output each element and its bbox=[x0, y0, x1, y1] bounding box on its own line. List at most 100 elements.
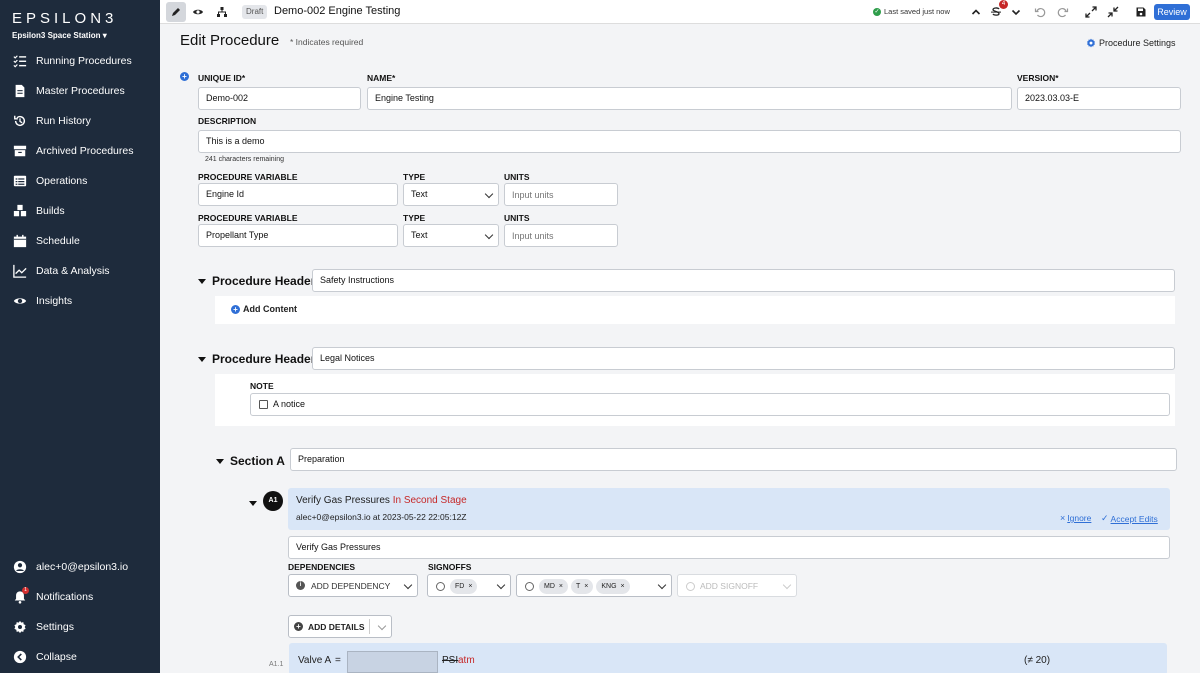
chevron-down-icon bbox=[484, 189, 494, 199]
add-signoff-select[interactable]: ADD SIGNOFF bbox=[677, 574, 797, 597]
header-title-field[interactable]: Legal Notices bbox=[312, 347, 1175, 370]
sidebar-item-operations[interactable]: Operations bbox=[0, 168, 160, 194]
edit-mode-button[interactable] bbox=[166, 2, 186, 22]
sidebar-item-collapse[interactable]: Collapse bbox=[0, 644, 160, 670]
validation-rule: (≠ 20) bbox=[1024, 655, 1051, 666]
note-field[interactable]: A notice bbox=[250, 393, 1170, 416]
procedure-settings-link[interactable]: Procedure Settings bbox=[1086, 38, 1176, 48]
undo-icon bbox=[1034, 7, 1046, 18]
undo-button[interactable] bbox=[1030, 2, 1050, 22]
gear-icon bbox=[1087, 38, 1095, 48]
caret-down-icon bbox=[198, 278, 206, 284]
section-toggle[interactable]: Section A bbox=[216, 454, 285, 468]
signoff-chip[interactable]: MD × bbox=[539, 579, 568, 594]
history-icon bbox=[12, 113, 28, 129]
sidebar-item-label: Notifications bbox=[36, 591, 94, 603]
unique-id-label: UNIQUE ID* bbox=[198, 73, 246, 83]
expand-icon bbox=[1085, 6, 1097, 18]
check-circle-icon bbox=[525, 582, 534, 591]
add-content-button[interactable]: + Add Content bbox=[231, 304, 297, 314]
sidebar-item-builds[interactable]: Builds bbox=[0, 198, 160, 224]
sidebar-item-insights[interactable]: Insights bbox=[0, 288, 160, 314]
variable-name-field[interactable]: Propellant Type bbox=[198, 224, 398, 247]
signoff-chip[interactable]: FD × bbox=[450, 579, 478, 594]
variable-type-label: TYPE bbox=[403, 213, 426, 223]
version-field[interactable]: 2023.03.03-E bbox=[1017, 87, 1181, 110]
variable-units-input[interactable] bbox=[504, 183, 618, 206]
divider bbox=[369, 619, 370, 634]
required-note: * Indicates required bbox=[290, 37, 364, 47]
version-label: VERSION* bbox=[1017, 73, 1059, 83]
header-toggle[interactable]: Procedure Header bbox=[198, 352, 315, 366]
brand-logo[interactable]: EPSILON3 bbox=[12, 10, 117, 27]
sidebar-item-archived-procedures[interactable]: Archived Procedures bbox=[0, 138, 160, 164]
step-title-field[interactable]: Verify Gas Pressures bbox=[288, 536, 1170, 559]
sidebar-item-master-procedures[interactable]: Master Procedures bbox=[0, 78, 160, 104]
collapse-up-button[interactable] bbox=[966, 2, 986, 22]
section-title-field[interactable]: Preparation bbox=[290, 448, 1177, 471]
sidebar-item-run-history[interactable]: Run History bbox=[0, 108, 160, 134]
expand-all-button[interactable] bbox=[1081, 2, 1101, 22]
sticky-note-icon bbox=[259, 400, 268, 409]
sidebar-item-data-analysis[interactable]: Data & Analysis bbox=[0, 258, 160, 284]
sidebar-item-label: Collapse bbox=[36, 651, 77, 663]
calendar-icon bbox=[12, 233, 28, 249]
add-field-plus-icon[interactable]: + bbox=[180, 72, 189, 81]
name-field[interactable]: Engine Testing bbox=[367, 87, 1012, 110]
valve-value-input[interactable] bbox=[347, 651, 438, 673]
redlines-button[interactable]: 4 bbox=[986, 0, 1008, 22]
preview-button[interactable] bbox=[188, 2, 208, 22]
save-button[interactable] bbox=[1131, 2, 1151, 22]
accept-edits-button[interactable]: ✓ Accept Edits bbox=[1101, 513, 1158, 524]
chevron-down-icon bbox=[403, 580, 413, 590]
signoff-chip[interactable]: T × bbox=[570, 579, 594, 594]
structure-view-button[interactable] bbox=[212, 2, 232, 22]
collapse-all-button[interactable] bbox=[1103, 2, 1123, 22]
add-details-button[interactable]: + ADD DETAILS bbox=[288, 615, 392, 638]
remove-icon[interactable]: × bbox=[584, 583, 588, 590]
unique-id-field[interactable]: Demo-002 bbox=[198, 87, 361, 110]
check-circle-icon bbox=[436, 582, 445, 591]
step-toggle[interactable] bbox=[249, 497, 257, 509]
variable-type-select[interactable]: Text bbox=[403, 183, 499, 206]
compress-icon bbox=[1107, 6, 1119, 18]
signoff-group-select[interactable]: MD × T × KNG × bbox=[516, 574, 672, 597]
remove-icon[interactable]: × bbox=[621, 583, 625, 590]
review-button[interactable]: Review bbox=[1154, 4, 1190, 20]
top-toolbar: Draft Demo-002 Engine Testing ✓ Last sav… bbox=[160, 0, 1200, 24]
sidebar-item-label: Settings bbox=[36, 621, 74, 633]
station-selector[interactable]: Epsilon3 Space Station ▾ bbox=[12, 31, 107, 40]
sidebar-item-notifications[interactable]: 1 Notifications bbox=[0, 584, 160, 610]
close-icon: × bbox=[1060, 513, 1066, 523]
variable-name-field[interactable]: Engine Id bbox=[198, 183, 398, 206]
step-title-text: Verify Gas Pressures bbox=[296, 495, 390, 506]
eye-icon bbox=[193, 9, 203, 15]
caret-down-icon bbox=[249, 501, 257, 506]
sidebar-item-label: Operations bbox=[36, 175, 88, 187]
remove-icon[interactable]: × bbox=[468, 583, 472, 590]
sidebar-item-running-procedures[interactable]: Running Procedures bbox=[0, 48, 160, 74]
header-content-panel: + Add Content bbox=[215, 296, 1175, 324]
sidebar-item-schedule[interactable]: Schedule bbox=[0, 228, 160, 254]
redo-button[interactable] bbox=[1053, 2, 1073, 22]
add-details-label: ADD DETAILS bbox=[308, 622, 365, 632]
remove-icon[interactable]: × bbox=[559, 583, 563, 590]
description-field[interactable]: This is a demo bbox=[198, 130, 1181, 153]
cubes-icon bbox=[12, 203, 28, 219]
add-signoff-label: ADD SIGNOFF bbox=[700, 581, 759, 591]
variable-type-select[interactable]: Text bbox=[403, 224, 499, 247]
signoff-group-select[interactable]: FD × bbox=[427, 574, 511, 597]
document-title: Demo-002 Engine Testing bbox=[274, 5, 401, 17]
sidebar-item-account[interactable]: alec+0@epsilon3.io bbox=[0, 554, 160, 580]
header-toggle[interactable]: Procedure Header bbox=[198, 274, 315, 288]
variable-units-input[interactable] bbox=[504, 224, 618, 247]
sidebar-item-label: Data & Analysis bbox=[36, 265, 110, 277]
signoff-chip[interactable]: KNG × bbox=[596, 579, 630, 594]
ignore-button[interactable]: × Ignore bbox=[1060, 513, 1091, 523]
sidebar-item-label: Archived Procedures bbox=[36, 145, 134, 157]
header-title-field[interactable]: Safety Instructions bbox=[312, 269, 1175, 292]
sidebar-item-settings[interactable]: Settings bbox=[0, 614, 160, 640]
add-dependency-select[interactable]: i ADD DEPENDENCY bbox=[288, 574, 418, 597]
section-label: Section A bbox=[230, 454, 285, 468]
redlines-dropdown-button[interactable] bbox=[1006, 2, 1026, 22]
